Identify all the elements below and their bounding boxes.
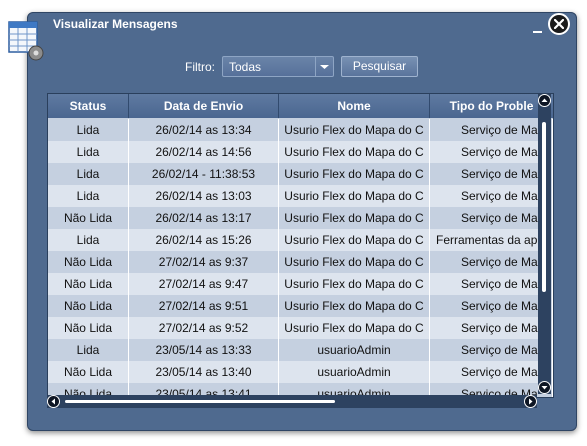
column-header-status[interactable]: Status (48, 94, 129, 118)
cell-status: Não Lida (48, 317, 129, 339)
scroll-down-button[interactable] (538, 381, 551, 394)
cell-status: Lida (48, 119, 129, 141)
horizontal-scroll-thumb[interactable] (65, 400, 335, 403)
cell-problem-type: Serviço de Ma (430, 317, 553, 339)
close-button[interactable] (548, 13, 570, 35)
scroll-up-button[interactable] (538, 94, 551, 107)
cell-date: 27/02/14 as 9:52 (129, 317, 279, 339)
cell-problem-type: Serviço de Ma (430, 339, 553, 361)
cell-name: Usurio Flex do Mapa do C (279, 273, 430, 295)
cell-problem-type: Serviço de Ma (430, 295, 553, 317)
cell-name: Usurio Flex do Mapa do C (279, 141, 430, 163)
table-row[interactable]: Não Lida 27/02/14 as 9:51 Usurio Flex do M… (48, 295, 553, 317)
chevron-down-icon (541, 386, 548, 390)
cell-date: 27/02/14 as 9:47 (129, 273, 279, 295)
cell-name: Usurio Flex do Mapa do C (279, 119, 430, 141)
cell-problem-type: Serviço de Ma (430, 163, 553, 185)
cell-status: Não Lida (48, 207, 129, 229)
cell-status: Lida (48, 229, 129, 251)
cell-problem-type: Serviço de Ma (430, 141, 553, 163)
cell-problem-type: Serviço de Ma (430, 273, 553, 295)
column-header-date[interactable]: Data de Envio (129, 94, 279, 118)
chevron-right-icon (529, 398, 533, 405)
cell-status: Não Lida (48, 295, 129, 317)
table-row[interactable]: Lida 23/05/14 as 13:33 usuarioAdmin Serviço… (48, 339, 553, 361)
column-header-problem-type[interactable]: Tipo do Proble (430, 94, 553, 118)
vertical-scroll-thumb[interactable] (542, 122, 546, 292)
table-row[interactable]: Não Lida 27/02/14 as 9:52 Usurio Flex do M… (48, 317, 553, 339)
chevron-down-icon[interactable] (315, 57, 333, 76)
cell-name: Usurio Flex do Mapa do C (279, 317, 430, 339)
cell-date: 23/05/14 as 13:33 (129, 339, 279, 361)
title-bar[interactable]: Visualizar Mensagens (28, 13, 576, 37)
cell-status: Não Lida (48, 251, 129, 273)
table-row[interactable]: Lida 26/02/14 as 13:34 Usurio Flex do Mapa… (48, 119, 553, 141)
cell-date: 27/02/14 as 9:37 (129, 251, 279, 273)
cell-problem-type: Ferramentas da ap (430, 229, 553, 251)
cell-name: Usurio Flex do Mapa do C (279, 185, 430, 207)
table-row[interactable]: Não Lida 27/02/14 as 9:37 Usurio Flex do M… (48, 251, 553, 273)
cell-problem-type: Serviço de Ma (430, 251, 553, 273)
horizontal-scrollbar[interactable] (47, 395, 537, 408)
close-icon (554, 19, 564, 29)
cell-date: 26/02/14 - 11:38:53 (129, 163, 279, 185)
window-title: Visualizar Mensagens (53, 17, 178, 31)
table-row[interactable]: Não Lida 26/02/14 as 13:17 Usurio Flex do … (48, 207, 553, 229)
vertical-scrollbar[interactable] (538, 94, 551, 394)
table-row[interactable]: Não Lida 23/05/14 as 13:40 usuarioAdmin Ser… (48, 361, 553, 383)
chevron-up-icon (541, 98, 548, 102)
cell-status: Lida (48, 185, 129, 207)
cell-problem-type: Serviço de Ma (430, 361, 553, 383)
table-settings-icon (8, 18, 44, 61)
cell-date: 26/02/14 as 13:17 (129, 207, 279, 229)
search-button[interactable]: Pesquisar (341, 56, 418, 77)
cell-status: Lida (48, 141, 129, 163)
table-row[interactable]: Lida 26/02/14 - 11:38:53 Usurio Flex do Ma… (48, 163, 553, 185)
cell-status: Lida (48, 339, 129, 361)
scroll-right-button[interactable] (524, 395, 537, 408)
cell-name: usuarioAdmin (279, 361, 430, 383)
column-header-name[interactable]: Nome (279, 94, 430, 118)
cell-name: Usurio Flex do Mapa do C (279, 229, 430, 251)
cell-status: Não Lida (48, 361, 129, 383)
cell-date: 26/02/14 as 14:56 (129, 141, 279, 163)
table-row[interactable]: Lida 26/02/14 as 15:26 Usurio Flex do Mapa… (48, 229, 553, 251)
cell-date: 23/05/14 as 13:40 (129, 361, 279, 383)
cell-date: 26/02/14 as 13:34 (129, 119, 279, 141)
messages-table: Status Data de Envio Nome Tipo do Proble… (47, 93, 554, 398)
cell-name: Usurio Flex do Mapa do C (279, 207, 430, 229)
table-header: Status Data de Envio Nome Tipo do Proble (48, 94, 553, 118)
cell-problem-type: Serviço de Ma (430, 185, 553, 207)
minimize-icon[interactable] (533, 31, 542, 33)
cell-status: Não Lida (48, 273, 129, 295)
table-row[interactable]: Lida 26/02/14 as 14:56 Usurio Flex do Mapa… (48, 141, 553, 163)
cell-name: Usurio Flex do Mapa do C (279, 163, 430, 185)
table-body: Lida 26/02/14 as 13:34 Usurio Flex do Mapa… (48, 119, 553, 397)
chevron-left-icon (51, 398, 55, 405)
cell-problem-type: Serviço de Ma (430, 207, 553, 229)
table-row[interactable]: Lida 26/02/14 as 13:03 Usurio Flex do Mapa… (48, 185, 553, 207)
cell-date: 27/02/14 as 9:51 (129, 295, 279, 317)
cell-name: Usurio Flex do Mapa do C (279, 251, 430, 273)
filter-select[interactable]: Todas (222, 56, 334, 77)
table-row[interactable]: Não Lida 27/02/14 as 9:47 Usurio Flex do M… (48, 273, 553, 295)
cell-name: Usurio Flex do Mapa do C (279, 295, 430, 317)
cell-date: 26/02/14 as 15:26 (129, 229, 279, 251)
filter-label: Filtro: (185, 60, 215, 74)
cell-problem-type: Serviço de Ma (430, 119, 553, 141)
filter-selected-value: Todas (229, 60, 262, 74)
scroll-left-button[interactable] (47, 395, 60, 408)
cell-status: Lida (48, 163, 129, 185)
cell-date: 26/02/14 as 13:03 (129, 185, 279, 207)
cell-name: usuarioAdmin (279, 339, 430, 361)
